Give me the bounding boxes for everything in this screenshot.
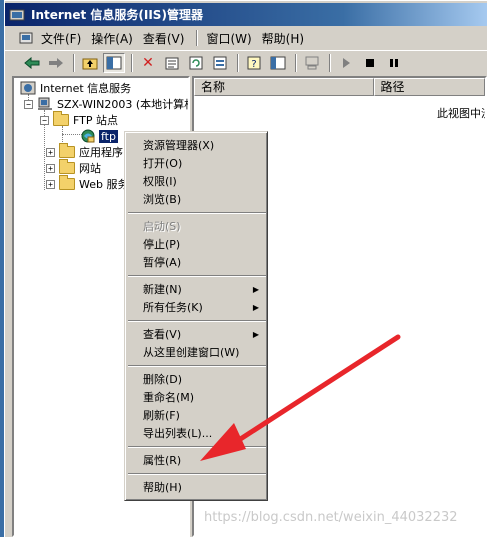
annotation-arrow-icon (200, 334, 401, 461)
watermark-text: https://blog.csdn.net/weixin_44032232 (204, 510, 458, 525)
